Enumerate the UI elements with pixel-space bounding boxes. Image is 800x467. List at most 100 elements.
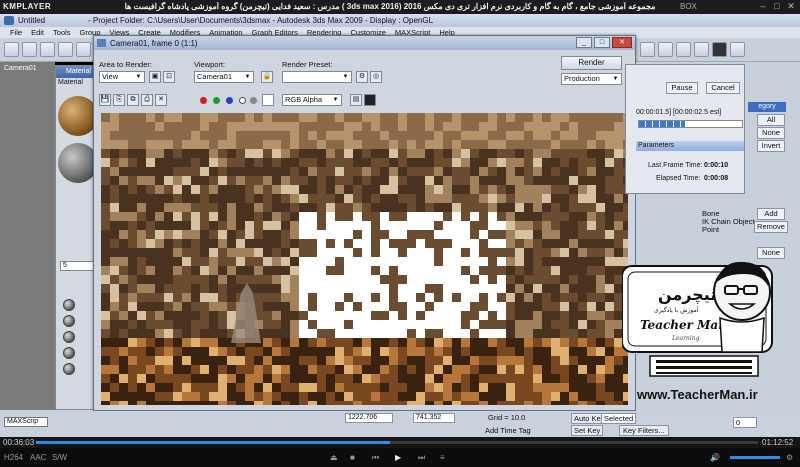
- next-icon[interactable]: ⏭: [418, 453, 425, 463]
- material-slot-grey[interactable]: [58, 143, 98, 183]
- status-bar: 1222.706 741.352 Grid = 10.0 Add Time Ta…: [93, 411, 800, 437]
- active-shade-icon[interactable]: [712, 42, 727, 57]
- teacherman-url[interactable]: www.TeacherMan.ir: [637, 387, 758, 402]
- menu-tools[interactable]: Tools: [53, 27, 71, 38]
- settings-icon[interactable]: ⚙: [786, 453, 793, 462]
- stop-icon[interactable]: ■: [350, 453, 355, 462]
- swatch-color[interactable]: [262, 94, 274, 106]
- prev-icon[interactable]: ⏮: [372, 453, 379, 463]
- teacherman-logo-art: تیچرمن آموزش با یادگیری Teacher Man Lear…: [621, 261, 773, 377]
- bind-icon[interactable]: [76, 42, 91, 57]
- render-setup-icon[interactable]: ⚙: [356, 71, 368, 83]
- clone-window-icon[interactable]: ⧉: [127, 94, 139, 106]
- key-filters-button[interactable]: Key Filters...: [619, 425, 669, 436]
- close-icon[interactable]: ✕: [612, 37, 632, 48]
- kmplayer-title-bar: KMPLAYER مجموعه آموزشی جامع ، گام به گام…: [0, 0, 800, 14]
- menu-edit[interactable]: Edit: [31, 27, 44, 38]
- viewport-dropdown[interactable]: Camera01 ▼: [194, 71, 254, 83]
- playlist-icon[interactable]: ≡: [440, 453, 445, 462]
- auto-region-icon[interactable]: ⊡: [163, 71, 175, 83]
- kmplayer-window-buttons: – □ ✕: [758, 1, 796, 11]
- add-button[interactable]: Add: [757, 208, 785, 220]
- frame-field[interactable]: 0: [733, 417, 757, 428]
- eject-icon[interactable]: ⏏: [330, 453, 338, 462]
- minimize-icon[interactable]: _: [576, 37, 592, 48]
- volume-icon[interactable]: 🔊: [710, 453, 720, 462]
- material-spinner[interactable]: 5: [60, 261, 96, 271]
- none-button[interactable]: None: [757, 127, 785, 139]
- green-channel-icon[interactable]: [213, 97, 220, 104]
- render-preset-dropdown[interactable]: ▼: [282, 71, 352, 83]
- undo-icon[interactable]: [4, 42, 19, 57]
- maximize-icon[interactable]: □: [594, 37, 610, 48]
- render-preset-label: Render Preset:: [282, 60, 333, 69]
- parameters-header[interactable]: Parameters: [636, 141, 744, 151]
- redo-icon[interactable]: [22, 42, 37, 57]
- alpha-channel-icon[interactable]: [239, 97, 246, 104]
- mini-material-sphere[interactable]: [63, 331, 75, 343]
- seek-track[interactable]: [36, 441, 758, 444]
- kmplayer-seekbar[interactable]: 00:36:03 01:12:52: [0, 437, 800, 448]
- render-window-titlebar[interactable]: Camera01, frame 0 (1:1) _ □ ✕: [94, 36, 635, 50]
- category-header: egory: [748, 102, 786, 112]
- lock-icon[interactable]: 🔒: [261, 71, 273, 83]
- chevron-down-icon: ▼: [612, 76, 619, 82]
- red-channel-icon[interactable]: [200, 97, 207, 104]
- add-time-tag-button[interactable]: Add Time Tag: [485, 426, 531, 435]
- link-icon[interactable]: [40, 42, 55, 57]
- max-app-icon[interactable]: [4, 16, 14, 25]
- clear-icon[interactable]: ✕: [155, 94, 167, 106]
- maxscript-listener[interactable]: MAXScrip: [4, 417, 48, 427]
- svg-text:Teacher Man: Teacher Man: [640, 318, 727, 332]
- left-viewport[interactable]: Camera01: [0, 62, 55, 432]
- quick-render-icon[interactable]: [694, 42, 709, 57]
- set-key-button[interactable]: Set Key: [571, 425, 604, 436]
- production-dropdown[interactable]: Production ▼: [561, 73, 622, 85]
- coord-x-field[interactable]: 1222.706: [345, 413, 393, 423]
- box-label[interactable]: BOX: [680, 2, 697, 11]
- minimize-icon[interactable]: –: [758, 1, 768, 11]
- chevron-down-icon: ▼: [342, 74, 349, 80]
- mini-material-sphere[interactable]: [63, 363, 75, 375]
- unlink-icon[interactable]: [58, 42, 73, 57]
- toggle-ui-icon[interactable]: [364, 94, 376, 106]
- last-frame-value: 0:00:10: [704, 162, 729, 169]
- channel-dropdown[interactable]: RGB Alpha ▼: [282, 94, 342, 106]
- render-button[interactable]: Render: [561, 56, 622, 70]
- blue-channel-icon[interactable]: [226, 97, 233, 104]
- coord-y-field[interactable]: 741.352: [413, 413, 455, 423]
- print-icon[interactable]: ⎙: [141, 94, 153, 106]
- maximize-icon[interactable]: □: [772, 1, 782, 11]
- all-button[interactable]: All: [757, 114, 785, 126]
- mini-material-sphere[interactable]: [63, 347, 75, 359]
- object-type-list[interactable]: Bone IK Chain Object Point: [702, 210, 755, 234]
- project-path: - Project Folder: C:\Users\User\Document…: [88, 16, 434, 25]
- render-setup-icon[interactable]: [640, 42, 655, 57]
- close-icon[interactable]: ✕: [786, 1, 796, 11]
- area-to-render-dropdown[interactable]: View ▼: [99, 71, 145, 83]
- cancel-button[interactable]: Cancel: [706, 82, 740, 94]
- menu-file[interactable]: File: [10, 27, 22, 38]
- selected-dropdown[interactable]: Selected: [601, 413, 636, 424]
- copy-image-icon[interactable]: ⎘: [113, 94, 125, 106]
- play-icon[interactable]: ▶: [395, 453, 401, 462]
- material-editor-icon[interactable]: [658, 42, 673, 57]
- mini-material-sphere[interactable]: [63, 299, 75, 311]
- teapot-icon[interactable]: [730, 42, 745, 57]
- list-item[interactable]: Point: [702, 226, 755, 234]
- invert-button[interactable]: Invert: [757, 140, 785, 152]
- save-image-icon[interactable]: 💾: [99, 94, 111, 106]
- mono-icon[interactable]: [250, 97, 257, 104]
- edit-region-icon[interactable]: ▣: [149, 71, 161, 83]
- environment-icon[interactable]: ◎: [370, 71, 382, 83]
- render-window-title: Camera01, frame 0 (1:1): [110, 39, 198, 48]
- pause-button[interactable]: Pause: [666, 82, 698, 94]
- display-channel-icon[interactable]: ▤: [350, 94, 362, 106]
- material-slot-wood[interactable]: [58, 96, 98, 136]
- elapsed-label: Elapsed Time:: [656, 175, 701, 182]
- render-frame-icon[interactable]: [676, 42, 691, 57]
- volume-slider[interactable]: [730, 456, 780, 459]
- svg-text:تیچرمن: تیچرمن: [658, 285, 716, 305]
- remove-button[interactable]: Remove: [754, 221, 788, 233]
- mini-material-sphere[interactable]: [63, 315, 75, 327]
